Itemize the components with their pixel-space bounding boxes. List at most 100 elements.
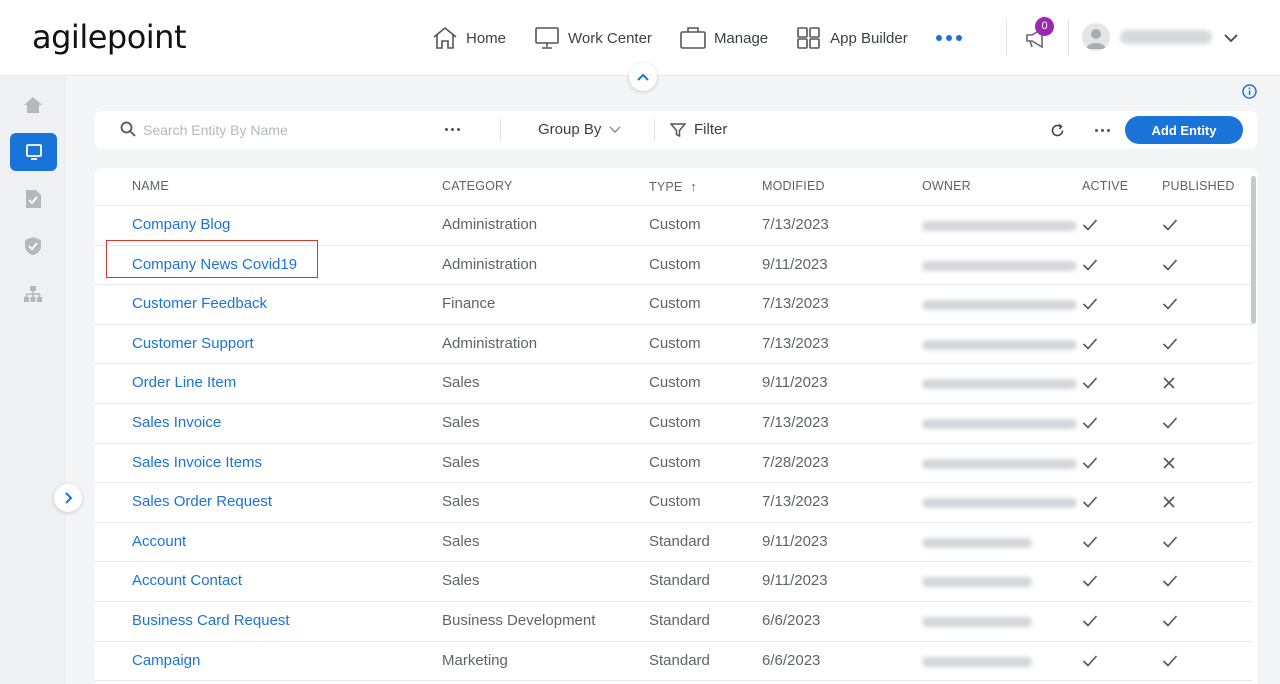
entity-name-link[interactable]: Campaign xyxy=(132,652,200,669)
agilepoint-logo[interactable]: agilepoint xyxy=(32,18,187,56)
entity-name-link[interactable]: Account Contact xyxy=(132,572,242,589)
active-check-icon xyxy=(1082,376,1098,395)
nav-divider xyxy=(1006,20,1007,56)
published-check-icon xyxy=(1162,614,1178,633)
nav-work-center[interactable]: Work Center xyxy=(534,26,652,50)
monitor-icon xyxy=(535,27,559,49)
active-check-icon xyxy=(1082,337,1098,356)
entity-type: Custom xyxy=(649,374,701,392)
column-header-category[interactable]: CATEGORY xyxy=(442,179,513,193)
entity-type: Custom xyxy=(649,216,701,233)
add-entity-button[interactable]: Add Entity xyxy=(1125,116,1243,144)
entity-name-link[interactable]: Company Blog xyxy=(132,216,230,233)
table-header: NAME CATEGORY TYPE ↑ MODIFIED OWNER ACTI… xyxy=(95,168,1252,206)
column-header-name[interactable]: NAME xyxy=(132,179,169,193)
entity-name-link[interactable]: Customer Feedback xyxy=(132,295,267,312)
more-dots-icon[interactable] xyxy=(935,35,962,41)
toolbar-divider xyxy=(500,119,501,141)
nav-manage[interactable]: Manage xyxy=(680,26,768,50)
user-name-blurred[interactable] xyxy=(1120,30,1212,44)
collapse-header-button[interactable] xyxy=(629,63,657,91)
column-header-published[interactable]: PUBLISHED xyxy=(1162,179,1235,193)
sidebar-item-security[interactable] xyxy=(22,235,44,257)
nav-work-center-label: Work Center xyxy=(568,29,652,47)
org-chart-icon xyxy=(24,286,42,302)
info-icon[interactable] xyxy=(1242,84,1257,104)
sidebar-item-home[interactable] xyxy=(22,94,44,116)
table-row[interactable]: Customer Support Administration Custom 7/13… xyxy=(95,325,1252,365)
search-icon xyxy=(120,121,136,142)
table-row[interactable]: Company News Covid19 Administration Custom… xyxy=(95,246,1252,286)
table-row[interactable]: Order Line Item Sales Custom 9/11/2023 xyxy=(95,364,1252,404)
chevron-up-icon xyxy=(637,73,649,81)
entity-name-link[interactable]: Business Card Request xyxy=(132,612,290,629)
column-header-type-label: TYPE xyxy=(649,180,683,194)
column-header-modified[interactable]: MODIFIED xyxy=(762,179,825,193)
active-check-icon xyxy=(1082,654,1098,673)
entity-name-link[interactable]: Customer Support xyxy=(132,335,254,352)
table-row[interactable]: Customer Feedback Finance Custom 7/13/2023 xyxy=(95,285,1252,325)
active-check-icon xyxy=(1082,297,1098,316)
filter-button[interactable]: Filter xyxy=(670,121,727,138)
entity-category: Sales xyxy=(442,374,480,392)
chevron-right-icon xyxy=(65,492,72,504)
filter-label: Filter xyxy=(694,121,728,138)
table-row[interactable]: Sales Order Request Sales Custom 7/13/2023 xyxy=(95,483,1252,523)
published-check-icon xyxy=(1162,258,1178,277)
main-nav: Home Work Center Manage App Builder xyxy=(432,22,962,54)
published-cross-icon xyxy=(1162,456,1176,475)
entity-owner-blurred xyxy=(922,339,1077,350)
table-row[interactable]: Sales Invoice Sales Custom 7/13/2023 xyxy=(95,404,1252,444)
table-row[interactable]: Company Blog Administration Custom 7/13/202… xyxy=(95,206,1252,246)
column-header-active[interactable]: ACTIVE xyxy=(1082,179,1128,193)
entity-modified: 7/13/2023 xyxy=(762,334,829,352)
notification-badge: 0 xyxy=(1035,17,1054,36)
entity-name-link[interactable]: Sales Order Request xyxy=(132,493,272,510)
entity-modified: 7/13/2023 xyxy=(762,414,829,431)
sidebar-item-hierarchy[interactable] xyxy=(22,283,44,305)
nav-home-label: Home xyxy=(466,29,507,47)
table-row[interactable]: Sales Invoice Items Sales Custom 7/28/2023 xyxy=(95,444,1252,484)
table-row[interactable]: Business Card Request Business Developmen… xyxy=(95,602,1252,642)
entity-modified: 9/11/2023 xyxy=(762,255,828,273)
avatar[interactable] xyxy=(1082,23,1110,51)
monitor-icon xyxy=(25,144,42,160)
chevron-down-icon[interactable] xyxy=(1224,30,1238,48)
table-row[interactable]: Account Sales Standard 9/11/2023 xyxy=(95,523,1252,563)
column-header-type[interactable]: TYPE ↑ xyxy=(649,179,697,194)
entity-category: Administration xyxy=(442,334,538,352)
entity-owner-blurred xyxy=(922,221,1077,231)
column-header-owner[interactable]: OWNER xyxy=(922,179,971,193)
entity-type: Standard xyxy=(649,532,710,550)
entity-owner-blurred xyxy=(922,577,1032,588)
group-by-dropdown[interactable]: Group By xyxy=(538,121,621,138)
entity-category: Sales xyxy=(442,453,480,471)
entity-modified: 7/13/2023 xyxy=(762,493,829,511)
active-check-icon xyxy=(1082,535,1098,554)
entity-owner-blurred xyxy=(922,656,1032,667)
expand-sidebar-button[interactable] xyxy=(54,484,82,512)
nav-home[interactable]: Home xyxy=(432,26,506,50)
search-options-icon[interactable] xyxy=(445,128,460,131)
entity-owner-blurred xyxy=(922,419,1077,429)
table-row[interactable]: Account Contact Sales Standard 9/11/2023 xyxy=(95,562,1252,602)
nav-app-builder[interactable]: App Builder xyxy=(796,26,908,50)
sidebar-item-entities[interactable] xyxy=(10,133,57,171)
entity-type: Custom xyxy=(649,453,701,471)
entity-name-link[interactable]: Sales Invoice Items xyxy=(132,454,262,471)
more-options-icon[interactable] xyxy=(1095,129,1110,132)
table-scrollbar[interactable] xyxy=(1251,176,1256,324)
table-row[interactable]: Campaign Marketing Standard 6/6/2023 xyxy=(95,642,1252,682)
toolbar-divider xyxy=(654,119,655,141)
refresh-icon[interactable] xyxy=(1050,123,1065,143)
entity-name-link[interactable]: Account xyxy=(132,533,186,550)
sidebar-item-documents[interactable] xyxy=(22,188,44,210)
entity-modified: 7/28/2023 xyxy=(762,453,829,471)
entity-name-link[interactable]: Company News Covid19 xyxy=(132,256,297,273)
shield-icon xyxy=(25,237,41,255)
search-input[interactable] xyxy=(143,119,423,141)
entity-name-link[interactable]: Order Line Item xyxy=(132,374,236,391)
entity-type: Standard xyxy=(649,651,710,669)
entity-category: Sales xyxy=(442,493,480,511)
entity-name-link[interactable]: Sales Invoice xyxy=(132,414,221,431)
